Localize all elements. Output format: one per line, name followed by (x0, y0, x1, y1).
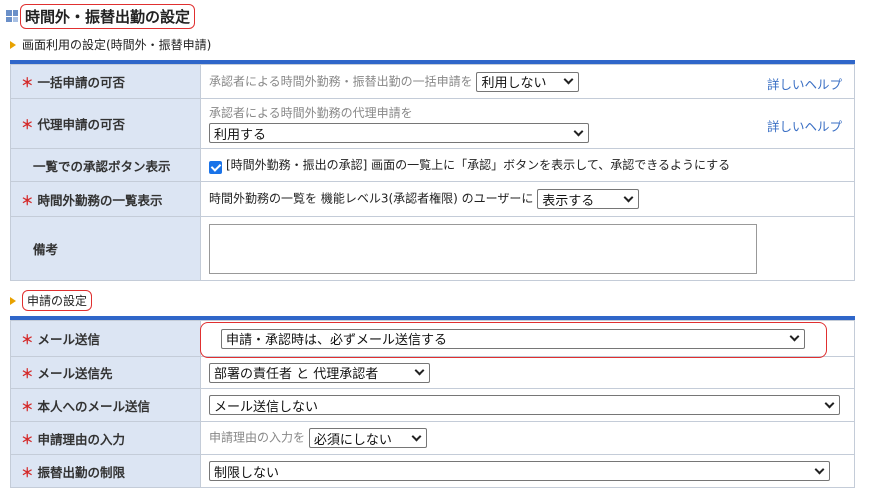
row-label: 一覧での承認ボタン表示 (10, 148, 201, 182)
row-value: 部署の責任者 と 代理承認者 (200, 356, 855, 389)
select-value: 制限しない (214, 465, 280, 481)
approve-button-checkbox-label: [時間外勤務・振出の承認] 画面の一覧上に「承認」ボタンを表示して、承認できるよ… (226, 158, 731, 172)
required-mark: ＊ (21, 75, 34, 90)
triangle-bullet-icon (10, 40, 16, 49)
row-label-text: 時間外勤務の一覧表示 (37, 192, 163, 208)
grid-icon (6, 10, 18, 22)
proxy-apply-select[interactable]: 利用する (209, 123, 589, 143)
section-heading-text: 画面利用の設定(時間外・振替申請) (22, 38, 212, 52)
row-value: メール送信しない (200, 388, 855, 422)
row-value: 時間外勤務の一覧を 機能レベル3(承認者権限) のユーザーに 表示する (200, 181, 855, 217)
reason-description: 申請理由の入力を (209, 430, 306, 445)
page-title: 時間外・振替出勤の設定 (20, 3, 196, 29)
required-mark: ＊ (21, 366, 34, 381)
row-label-text: 振替出勤の制限 (37, 464, 126, 480)
chevron-down-icon (414, 365, 425, 376)
table-row: 備考 (10, 216, 855, 281)
row-value: 制限しない (200, 454, 855, 488)
select-value: メール送信しない (214, 399, 319, 415)
row-label: ＊時間外勤務の一覧表示 (10, 181, 201, 217)
row-label: ＊振替出勤の制限 (10, 454, 201, 488)
reason-required-select[interactable]: 必須にしない (308, 428, 427, 448)
chevron-down-icon (789, 331, 800, 342)
required-mark: ＊ (21, 192, 34, 208)
table-row: ＊振替出勤の制限 制限しない (10, 454, 855, 488)
table-row: ＊代理申請の可否 承認者による時間外勤務の代理申請を 利用する 詳しいヘルプ (10, 98, 855, 149)
mail-recipient-select[interactable]: 部署の責任者 と 代理承認者 (209, 362, 430, 383)
bulk-apply-select[interactable]: 利用しない (476, 71, 580, 92)
row-value: 申請理由の入力を 必須にしない (200, 421, 855, 455)
row-label-text: 申請理由の入力 (37, 431, 126, 447)
chevron-down-icon (564, 74, 574, 85)
row-value (200, 216, 855, 281)
required-mark: ＊ (21, 332, 34, 347)
row-label: ＊本人へのメール送信 (10, 388, 201, 422)
row-label: ＊一括申請の可否 (10, 64, 201, 99)
self-mail-select[interactable]: メール送信しない (209, 395, 840, 415)
page-title-area: 時間外・振替出勤の設定 (6, 3, 196, 29)
section-heading-application: 申請の設定 (10, 290, 93, 311)
select-value: 必須にしない (313, 432, 392, 448)
row-value: [時間外勤務・振出の承認] 画面の一覧上に「承認」ボタンを表示して、承認できるよ… (200, 148, 855, 182)
required-mark: ＊ (21, 398, 34, 414)
row-label-text: メール送信先 (37, 366, 113, 381)
select-value: 表示する (542, 193, 595, 209)
chevron-down-icon (573, 126, 584, 136)
chevron-down-icon (411, 431, 422, 441)
row-value: 承認者による時間外勤務・振替出勤の一括申請を 利用しない 詳しいヘルプ (200, 64, 855, 99)
chevron-down-icon (814, 464, 825, 474)
section-heading-screen-usage: 画面利用の設定(時間外・振替申請) (10, 36, 211, 53)
select-value: 利用しない (481, 76, 547, 91)
table-row: ＊メール送信 申請・承認時は、必ずメール送信する (10, 320, 855, 357)
table-row: ＊時間外勤務の一覧表示 時間外勤務の一覧を 機能レベル3(承認者権限) のユーザ… (10, 181, 855, 217)
table-row: ＊本人へのメール送信 メール送信しない (10, 388, 855, 422)
transfer-limit-select[interactable]: 制限しない (209, 461, 830, 481)
proxy-apply-description: 承認者による時間外勤務の代理申請を (209, 106, 413, 120)
help-link[interactable]: 詳しいヘルプ (767, 74, 842, 93)
row-value: 申請・承認時は、必ずメール送信する (200, 320, 855, 357)
application-settings-table: ＊メール送信 申請・承認時は、必ずメール送信する ＊メール送信先 部署の責任者 … (10, 320, 855, 488)
help-link[interactable]: 詳しいヘルプ (767, 116, 842, 135)
row-value: 承認者による時間外勤務の代理申請を 利用する 詳しいヘルプ (200, 98, 855, 149)
row-label: ＊メール送信 (10, 320, 201, 357)
select-value: 申請・承認時は、必ずメール送信する (226, 333, 448, 348)
approve-button-checkbox[interactable] (209, 161, 222, 174)
required-mark: ＊ (21, 431, 34, 447)
remarks-textarea[interactable] (209, 223, 757, 274)
table-row: ＊申請理由の入力 申請理由の入力を 必須にしない (10, 421, 855, 455)
row-label-text: メール送信 (37, 332, 101, 347)
table-row: 一覧での承認ボタン表示 [時間外勤務・振出の承認] 画面の一覧上に「承認」ボタン… (10, 148, 855, 182)
row-label-text: 本人へのメール送信 (37, 398, 151, 414)
required-mark: ＊ (21, 117, 34, 132)
row-label: ＊メール送信先 (10, 356, 201, 389)
triangle-bullet-icon (10, 296, 16, 305)
table-row: ＊一括申請の可否 承認者による時間外勤務・振替出勤の一括申請を 利用しない 詳し… (10, 64, 855, 99)
chevron-down-icon (623, 192, 634, 202)
row-label: ＊代理申請の可否 (10, 98, 201, 149)
screen-usage-settings-table: ＊一括申請の可否 承認者による時間外勤務・振替出勤の一括申請を 利用しない 詳し… (10, 64, 855, 281)
bulk-apply-description: 承認者による時間外勤務・振替出勤の一括申請を (209, 74, 473, 88)
row-label: 備考 (10, 216, 201, 281)
select-value: 利用する (214, 127, 267, 143)
section-heading-text: 申請の設定 (22, 290, 93, 311)
row-label-text: 代理申請の可否 (37, 117, 126, 132)
mail-send-select[interactable]: 申請・承認時は、必ずメール送信する (221, 328, 805, 349)
list-display-select[interactable]: 表示する (537, 189, 640, 209)
table-row: ＊メール送信先 部署の責任者 と 代理承認者 (10, 356, 855, 389)
row-label-text: 備考 (33, 242, 59, 257)
row-label-text: 一覧での承認ボタン表示 (33, 158, 171, 174)
row-label: ＊申請理由の入力 (10, 421, 201, 455)
required-mark: ＊ (21, 464, 34, 480)
list-display-description: 時間外勤務の一覧を 機能レベル3(承認者権限) のユーザーに (209, 191, 534, 206)
row-label-text: 一括申請の可否 (37, 75, 126, 90)
select-value: 部署の責任者 と 代理承認者 (214, 367, 379, 382)
chevron-down-icon (824, 398, 835, 408)
